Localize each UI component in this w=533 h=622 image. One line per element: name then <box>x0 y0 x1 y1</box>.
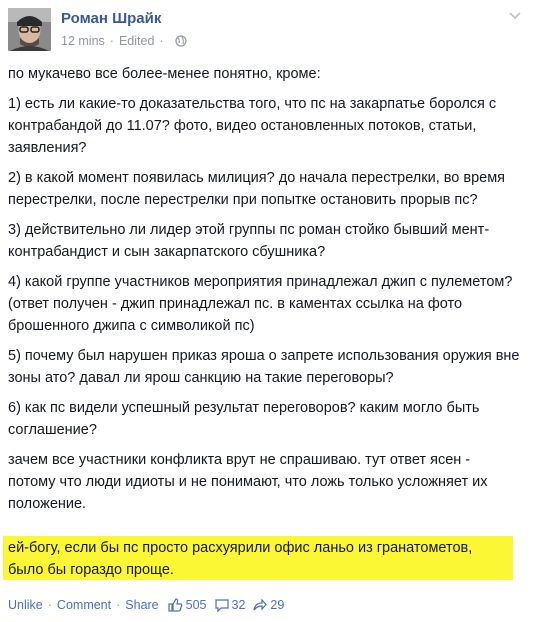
meta-separator: · <box>109 34 114 48</box>
unlike-button[interactable]: Unlike <box>8 598 43 612</box>
post-paragraph: (ответ получен - джип принадлежал пс. в … <box>8 296 463 334</box>
shares-count: 29 <box>270 598 285 612</box>
share-button[interactable]: Share <box>125 598 158 612</box>
action-bar: Unlike · Comment · Share 505 32 29 <box>8 598 284 612</box>
comments-counter[interactable]: 32 <box>214 598 246 612</box>
comment-button[interactable]: Comment <box>57 598 111 612</box>
avatar[interactable] <box>8 8 51 51</box>
thumbs-up-icon <box>168 598 182 612</box>
avatar-photo <box>8 8 51 51</box>
post-paragraph: 1) есть ли какие-то доказательства того,… <box>8 96 497 156</box>
action-separator: · <box>116 598 121 612</box>
globe-icon[interactable] <box>174 35 187 47</box>
post-paragraph: 2) в какой момент появилась милиция? до … <box>8 170 506 208</box>
post-paragraph: зачем все участники конфликта врут не сп… <box>8 452 488 512</box>
post-paragraph: 4) какой группе участников мероприятия п… <box>8 274 513 290</box>
post-body: по мукачево все более-менее понятно, кро… <box>8 63 520 523</box>
post-paragraph: 5) почему был нарушен приказ яроша о зап… <box>8 348 520 386</box>
post-meta: 12 mins · Edited · <box>61 34 187 48</box>
post-time[interactable]: 12 mins <box>61 34 105 48</box>
facebook-post: Роман Шрайк 12 mins · Edited · по мукаче… <box>0 0 533 622</box>
author-name[interactable]: Роман Шрайк <box>61 10 161 27</box>
comment-bubble-icon <box>214 598 229 612</box>
post-paragraph: 3) действительно ли лидер этой группы пс… <box>8 222 490 260</box>
likes-counter[interactable]: 505 <box>168 598 207 612</box>
share-arrow-icon <box>253 599 268 611</box>
chevron-down-icon[interactable] <box>509 12 521 20</box>
meta-separator: · <box>159 34 164 48</box>
post-paragraph: по мукачево все более-менее понятно, кро… <box>8 66 321 82</box>
edited-label[interactable]: Edited <box>119 34 154 48</box>
post-paragraph: 6) как пс видели успешный результат пере… <box>8 400 480 438</box>
highlighted-line: ей-богу, если бы пс просто расхуярили оф… <box>8 540 473 556</box>
comments-count: 32 <box>231 598 246 612</box>
highlighted-line: было бы гораздо проще. <box>8 562 174 578</box>
action-separator: · <box>47 598 52 612</box>
highlighted-paragraph: ей-богу, если бы пс просто расхуярили оф… <box>8 537 513 581</box>
likes-count: 505 <box>185 598 207 612</box>
shares-counter[interactable]: 29 <box>253 598 284 612</box>
